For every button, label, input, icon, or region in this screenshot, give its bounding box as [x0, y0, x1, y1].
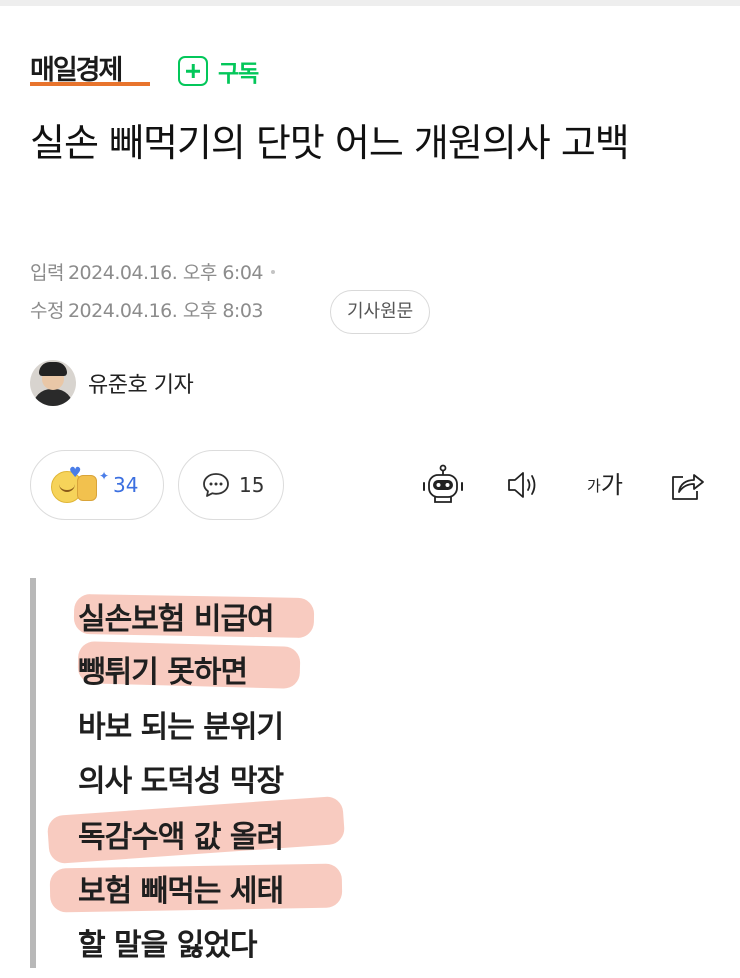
subscribe-button[interactable]: 구독 — [178, 54, 259, 88]
reporter-avatar — [30, 360, 76, 406]
quote-line: 독감수액 값 올려 — [78, 820, 284, 855]
comment-button[interactable]: 15 — [178, 450, 284, 520]
input-label: 입력 — [30, 262, 64, 284]
input-date-row: 입력 2024.04.16. 오후 6:04 — [30, 258, 276, 285]
modified-date-row: 수정 2024.04.16. 오후 8:03 — [30, 296, 264, 323]
reporter-info[interactable]: 유준호 기자 — [30, 360, 194, 406]
comment-icon — [203, 473, 229, 497]
quote-line: 바보 되는 분위기 — [78, 710, 284, 745]
quote-line: 할 말을 잃었다 — [78, 928, 257, 963]
reaction-emoji-icon: ♥ ✦ — [51, 465, 109, 505]
modified-label: 수정 — [30, 300, 64, 322]
article-title: 실손 빼먹기의 단맛 어느 개원의사 고백 — [30, 121, 630, 165]
separator-dot — [271, 269, 276, 274]
quote-line: 뺑튀기 못하면 — [78, 655, 248, 690]
text-to-speech-button[interactable] — [500, 462, 546, 508]
quote-line: 의사 도덕성 막장 — [78, 764, 284, 799]
font-size-small-glyph: 가 — [587, 477, 601, 495]
reaction-button[interactable]: ♥ ✦ 34 — [30, 450, 164, 520]
quote-line: 실손보험 비급여 — [78, 602, 275, 637]
share-button[interactable] — [664, 462, 710, 508]
modified-date: 2024.04.16. 오후 8:03 — [67, 300, 264, 322]
quote-line: 보험 빼먹는 세태 — [78, 874, 284, 909]
top-bar — [0, 0, 740, 6]
speaker-icon — [508, 472, 536, 498]
reporter-name: 유준호 기자 — [88, 373, 194, 398]
font-size-button[interactable]: 가 가 — [580, 462, 630, 508]
quote-block: 실손보험 비급여 뺑튀기 못하면 바보 되는 분위기 의사 도덕성 막장 독감수… — [30, 578, 720, 968]
font-size-large-glyph: 가 — [600, 471, 623, 499]
robot-icon — [423, 464, 463, 503]
summary-bot-button[interactable] — [420, 462, 466, 508]
original-article-button[interactable]: 기사원문 — [330, 290, 431, 334]
subscribe-label: 구독 — [218, 61, 259, 87]
input-date: 2024.04.16. 오후 6:04 — [67, 262, 264, 284]
quote-bar — [30, 578, 36, 968]
comment-count: 15 — [239, 473, 265, 497]
press-logo-underline — [30, 82, 150, 86]
share-icon — [672, 474, 704, 500]
reaction-count: 34 — [113, 473, 139, 497]
plus-icon — [178, 56, 208, 86]
